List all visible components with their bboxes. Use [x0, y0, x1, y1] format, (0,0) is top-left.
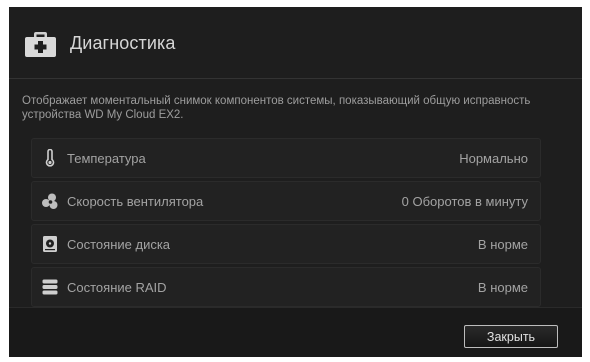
- row-label: Температура: [67, 151, 146, 166]
- row-value: Нормально: [459, 151, 528, 166]
- dialog-title: Диагностика: [70, 33, 176, 53]
- raid-icon: [42, 279, 58, 295]
- header-divider: [9, 78, 582, 79]
- row-value: В норме: [477, 237, 528, 252]
- row-label: Скорость вентилятора: [67, 194, 204, 209]
- dialog-description: Отображает моментальный снимок компонент…: [22, 95, 531, 121]
- row-raid-status: Состояние RAID В норме: [31, 267, 541, 307]
- row-disk-status: Состояние диска В норме: [31, 224, 541, 264]
- row-value: В норме: [477, 280, 528, 295]
- medical-kit-icon: [25, 32, 56, 57]
- thermometer-icon: [45, 149, 55, 167]
- dialog-header: Диагностика: [9, 7, 582, 79]
- fan-icon: [42, 193, 58, 209]
- close-button[interactable]: Закрыть: [464, 325, 558, 348]
- row-label: Состояние диска: [67, 237, 171, 252]
- row-temperature: Температура Нормально: [31, 138, 541, 178]
- diagnostics-list: Температура Нормально Скорость вентилято…: [31, 138, 541, 310]
- diagnostics-dialog: Диагностика Отображает моментальный сним…: [9, 7, 582, 357]
- row-label: Состояние RAID: [67, 280, 167, 295]
- row-value: 0 Оборотов в минуту: [401, 194, 528, 209]
- disk-icon: [43, 236, 57, 252]
- dialog-footer: Закрыть: [9, 307, 582, 357]
- row-fan-speed: Скорость вентилятора 0 Оборотов в минуту: [31, 181, 541, 221]
